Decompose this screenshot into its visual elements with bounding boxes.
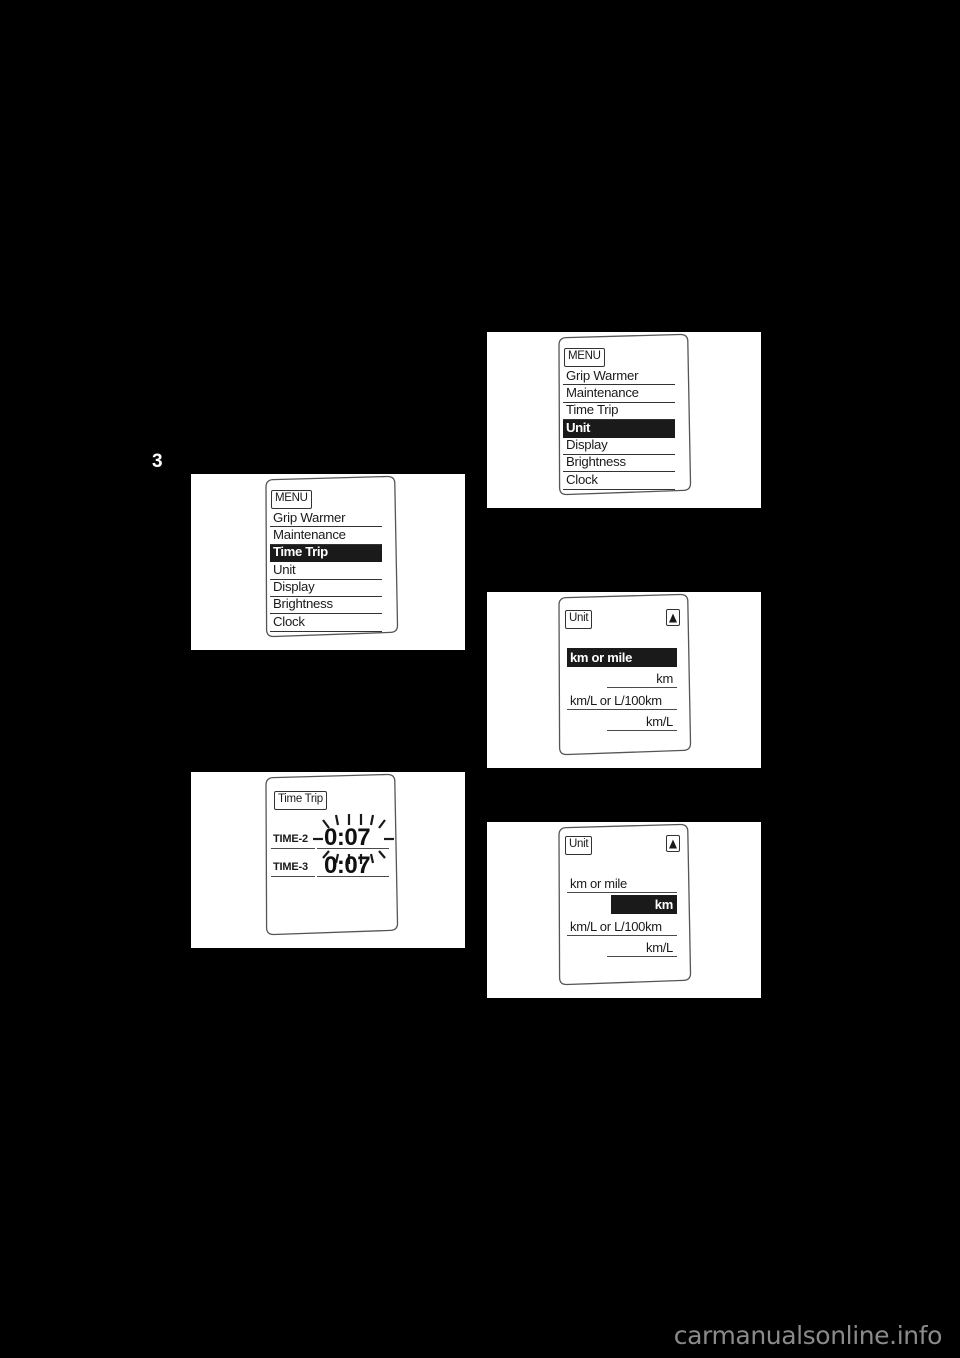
screen-tag-menu: MENU — [564, 348, 605, 367]
time-2-label: TIME-2 — [273, 833, 308, 845]
menu-item-grip-warmer[interactable]: Grip Warmer — [563, 367, 675, 386]
unit-row-label: km or mile — [570, 649, 633, 665]
menu-item-label: Clock — [566, 471, 598, 487]
lcd-panel: MENU Grip Warmer Maintenance Time Trip U… — [191, 474, 465, 650]
time-2-value: 0:07 — [324, 824, 371, 851]
menu-item-label: Brightness — [273, 596, 333, 612]
screen-tag-unit: Unit — [565, 836, 593, 855]
lcd-panel: MENU Grip Warmer Maintenance Time Trip U… — [487, 332, 761, 508]
unit-row-label: km or mile — [570, 875, 627, 891]
unit-row-kml-or-l100km[interactable]: km/L or L/100km — [567, 691, 677, 710]
unit-row-label: km/L or L/100km — [570, 918, 662, 934]
lcd-content: Time Trip TIME-2 0:07 TIME-3 0:07 — [191, 772, 465, 948]
menu-item-maintenance[interactable]: Maintenance — [270, 526, 382, 545]
menu-item-label: Maintenance — [566, 384, 639, 400]
menu-item-display[interactable]: Display — [563, 437, 675, 455]
unit-row-label: km/L — [646, 713, 673, 729]
lcd-panel: Unit km or mile km km/L or L/100km km/L — [487, 592, 761, 768]
unit-row-distance-value[interactable]: km — [607, 669, 677, 688]
up-triangle-icon — [666, 835, 680, 852]
lcd-content: MENU Grip Warmer Maintenance Time Trip U… — [191, 474, 465, 650]
unit-row-km-or-mile[interactable]: km or mile — [567, 874, 677, 893]
screen-tag-menu: MENU — [271, 490, 312, 509]
menu-item-time-trip[interactable]: Time Trip — [563, 402, 675, 421]
menu-item-display[interactable]: Display — [270, 579, 382, 597]
menu-item-clock[interactable]: Clock — [270, 613, 382, 632]
unit-row-label: km — [656, 670, 673, 686]
page-number: 3 — [152, 451, 163, 472]
menu-item-clock[interactable]: Clock — [563, 471, 675, 490]
menu-item-label: Maintenance — [273, 526, 346, 542]
menu-item-brightness[interactable]: Brightness — [563, 454, 675, 473]
menu-item-unit[interactable]: Unit — [563, 419, 675, 438]
figure-menu-unit: MENU Grip Warmer Maintenance Time Trip U… — [487, 332, 761, 508]
time-2-label-rule — [271, 848, 315, 849]
menu-item-unit[interactable]: Unit — [270, 561, 382, 580]
menu-list: Grip Warmer Maintenance Time Trip Unit D… — [270, 510, 382, 632]
figure-unit-km-value: Unit km or mile km km/L or L/100km km/L — [487, 822, 761, 998]
site-watermark: carmanualsonline.info — [673, 1321, 943, 1350]
unit-row-label: km — [654, 896, 674, 912]
unit-row-km-or-mile[interactable]: km or mile — [567, 648, 677, 667]
lcd-panel: Time Trip TIME-2 0:07 TIME-3 0:07 — [191, 772, 465, 948]
menu-item-grip-warmer[interactable]: Grip Warmer — [270, 509, 382, 528]
menu-item-maintenance[interactable]: Maintenance — [563, 384, 675, 403]
lcd-content: MENU Grip Warmer Maintenance Time Trip U… — [487, 332, 761, 508]
menu-item-label: Time Trip — [273, 544, 328, 560]
menu-item-label: Time Trip — [566, 402, 619, 418]
menu-item-brightness[interactable]: Brightness — [270, 596, 382, 615]
unit-row-distance-value[interactable]: km — [611, 895, 677, 914]
time-3-label: TIME-3 — [273, 861, 308, 873]
menu-item-label: Grip Warmer — [566, 367, 639, 383]
figure-unit-km-or-mile: Unit km or mile km km/L or L/100km km/L — [487, 592, 761, 768]
unit-row-consumption-value[interactable]: km/L — [607, 712, 677, 731]
unit-row-kml-or-l100km[interactable]: km/L or L/100km — [567, 917, 677, 936]
menu-item-label: Display — [566, 437, 608, 453]
lcd-content: Unit km or mile km km/L or L/100km km/L — [487, 822, 761, 998]
menu-item-label: Unit — [273, 561, 296, 577]
menu-item-label: Display — [273, 579, 315, 595]
figure-time-trip: Time Trip TIME-2 0:07 TIME-3 0:07 — [191, 772, 465, 948]
up-triangle-icon — [666, 609, 680, 626]
menu-item-time-trip[interactable]: Time Trip — [270, 544, 382, 563]
menu-list: Grip Warmer Maintenance Time Trip Unit D… — [563, 368, 675, 490]
unit-row-consumption-value[interactable]: km/L — [607, 938, 677, 957]
lcd-panel: Unit km or mile km km/L or L/100km km/L — [487, 822, 761, 998]
time-3-label-rule — [271, 876, 315, 877]
menu-item-label: Unit — [566, 419, 591, 435]
time-3-value: 0:07 — [324, 852, 371, 879]
screen-tag-time-trip: Time Trip — [274, 791, 327, 810]
figure-menu-time-trip: MENU Grip Warmer Maintenance Time Trip U… — [191, 474, 465, 650]
unit-row-label: km/L or L/100km — [570, 692, 662, 708]
unit-row-label: km/L — [646, 939, 673, 955]
menu-item-label: Clock — [273, 613, 305, 629]
menu-item-label: Brightness — [566, 454, 626, 470]
screen-tag-unit: Unit — [565, 610, 593, 629]
lcd-content: Unit km or mile km km/L or L/100km km/L — [487, 592, 761, 768]
menu-item-label: Grip Warmer — [273, 509, 346, 525]
